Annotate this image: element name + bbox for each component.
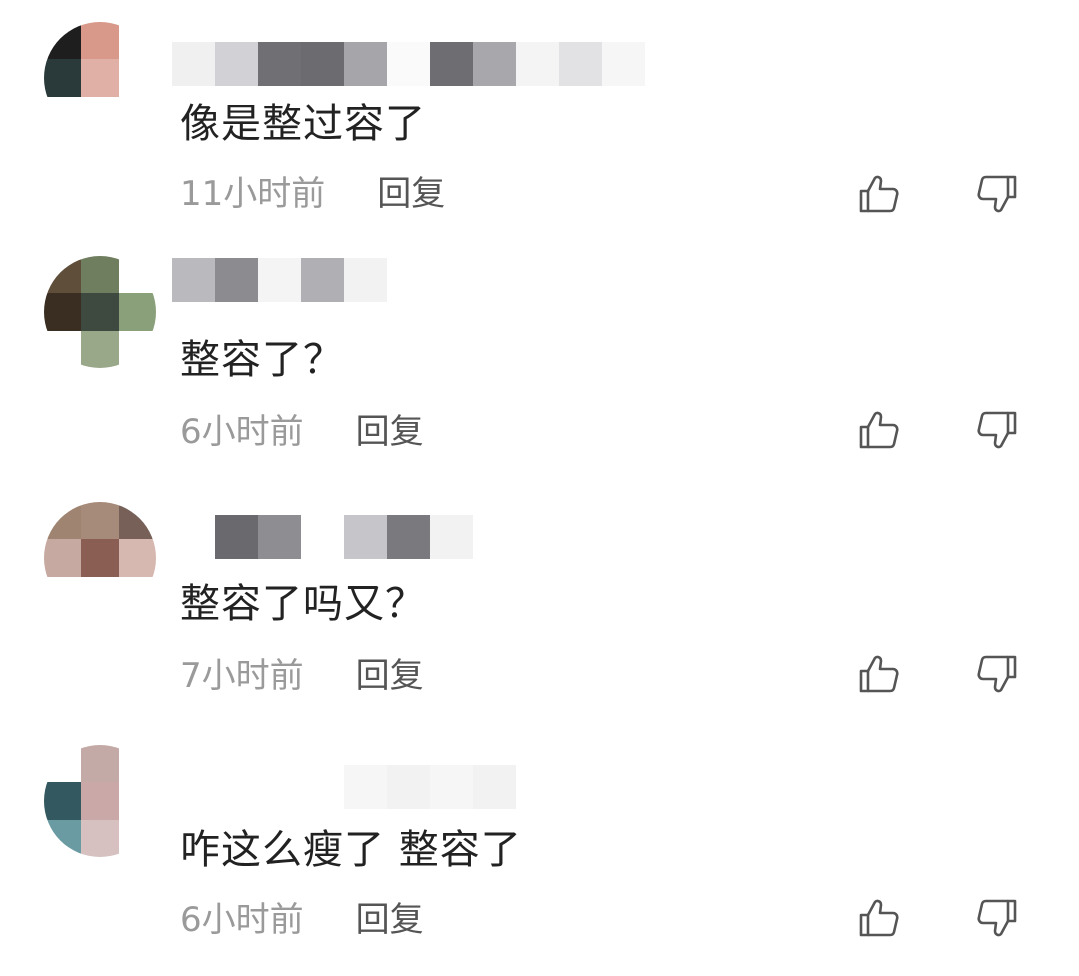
comment-time: 6小时前 [180, 900, 304, 940]
comment-time: 7小时前 [180, 656, 304, 696]
avatar-pixel [44, 819, 82, 857]
username-pixel [215, 765, 258, 809]
username-pixel [172, 765, 215, 809]
avatar[interactable] [44, 502, 156, 614]
like-button[interactable] [857, 896, 901, 940]
avatar-pixel [118, 330, 156, 368]
username-pixel [172, 258, 215, 302]
comment-text: 咋这么瘦了 整容了 [180, 827, 522, 873]
avatar-pixel [44, 256, 82, 294]
avatar-pixel [81, 293, 119, 331]
avatar-pixel [118, 502, 156, 540]
thumbs-down-icon [977, 411, 1017, 449]
like-button[interactable] [857, 408, 901, 452]
avatar-pixel [118, 745, 156, 783]
comment-meta: 6小时前 回复 [180, 900, 424, 940]
avatar-pixel [118, 782, 156, 820]
avatar-pixel [44, 502, 82, 540]
avatar-pixel [44, 576, 82, 614]
username-pixel [258, 765, 301, 809]
username-pixel [344, 258, 387, 302]
reply-button[interactable]: 回复 [356, 656, 424, 696]
avatar-pixel [44, 539, 82, 577]
reply-button[interactable]: 回复 [356, 900, 424, 940]
dislike-button[interactable] [975, 652, 1019, 696]
thumbs-down-icon [977, 899, 1017, 937]
dislike-button[interactable] [975, 408, 1019, 452]
thumbs-up-icon [859, 411, 899, 449]
avatar-pixel [81, 819, 119, 857]
avatar-pixel [118, 256, 156, 294]
username-pixel [215, 515, 258, 559]
comment-text: 整容了吗又？ [180, 581, 426, 627]
avatar-pixel [81, 256, 119, 294]
like-button[interactable] [857, 652, 901, 696]
dislike-button[interactable] [975, 896, 1019, 940]
username-pixel [344, 765, 387, 809]
avatar-pixel [44, 745, 82, 783]
comment-text: 整容了？ [180, 337, 344, 383]
username-pixel [387, 515, 430, 559]
avatar-pixel [81, 502, 119, 540]
username-pixel [301, 515, 344, 559]
username-pixel [344, 515, 387, 559]
avatar-pixel [81, 782, 119, 820]
username-pixel [215, 258, 258, 302]
username-pixel [473, 765, 516, 809]
username-blurred[interactable] [172, 258, 387, 302]
avatar-pixel [44, 330, 82, 368]
username-blurred[interactable] [172, 515, 473, 559]
username-blurred[interactable] [172, 765, 516, 809]
avatar-pixel [118, 819, 156, 857]
comment-meta: 7小时前 回复 [180, 656, 424, 696]
reply-button[interactable]: 回复 [356, 412, 424, 452]
avatar[interactable] [44, 745, 156, 857]
avatar-pixel [81, 539, 119, 577]
avatar[interactable] [44, 256, 156, 368]
avatar-pixel [118, 539, 156, 577]
thumbs-up-icon [859, 899, 899, 937]
username-pixel [430, 765, 473, 809]
username-pixel [172, 515, 215, 559]
avatar-pixel [81, 745, 119, 783]
thumbs-up-icon [859, 655, 899, 693]
username-pixel [301, 258, 344, 302]
avatar-pixel [44, 293, 82, 331]
username-pixel [387, 765, 430, 809]
username-pixel [258, 258, 301, 302]
avatar-pixel [44, 782, 82, 820]
comment-item: 咋这么瘦了 整容了 6小时前 回复 [0, 0, 1079, 940]
username-pixel [301, 765, 344, 809]
comment-meta: 6小时前 回复 [180, 412, 424, 452]
comment-time: 6小时前 [180, 412, 304, 452]
avatar-pixel [118, 576, 156, 614]
avatar-pixel [81, 330, 119, 368]
avatar-pixel [81, 576, 119, 614]
thumbs-down-icon [977, 655, 1017, 693]
username-pixel [430, 515, 473, 559]
username-pixel [258, 515, 301, 559]
avatar-pixel [118, 293, 156, 331]
